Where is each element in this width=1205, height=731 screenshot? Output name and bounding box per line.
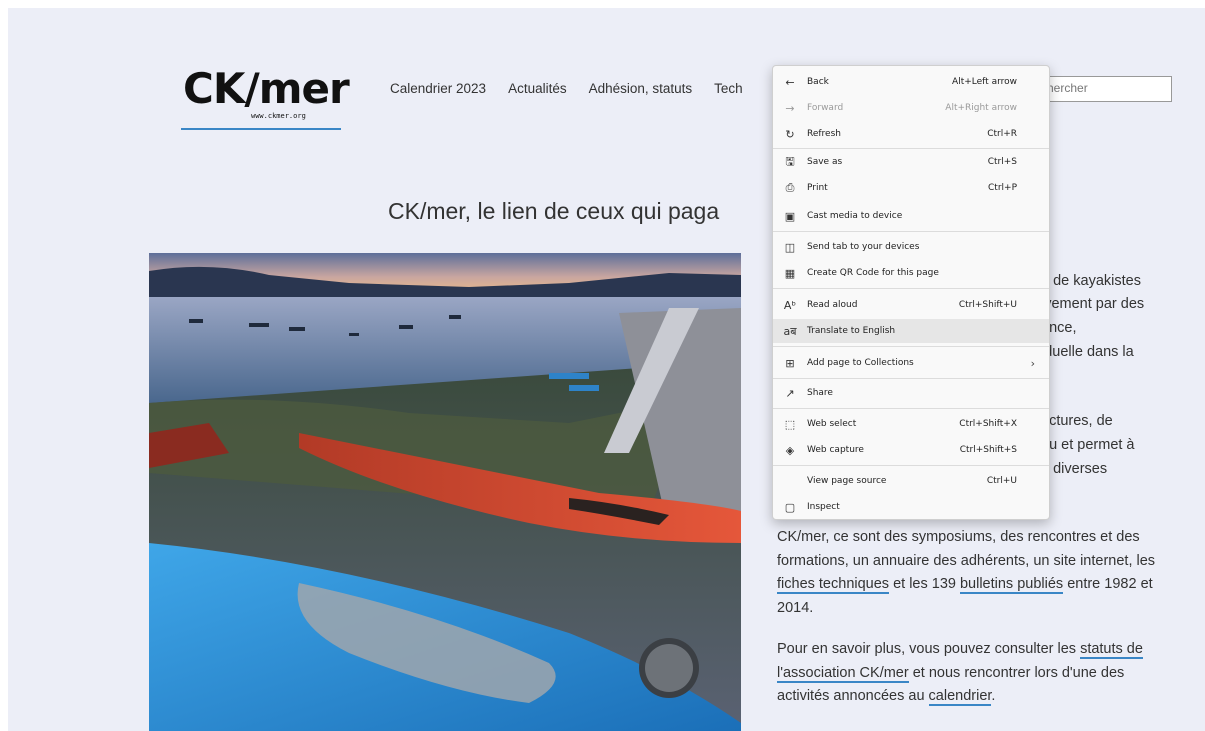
menu-item-inspect[interactable]: ▢ Inspect	[773, 495, 1049, 519]
read-aloud-icon: Aᵇ	[783, 298, 797, 312]
kayak-harbor-photo	[149, 253, 741, 731]
menu-item-translate[interactable]: aब Translate to English	[773, 319, 1049, 343]
browser-context-menu: ← Back Alt+Left arrow → Forward Alt+Righ…	[772, 65, 1050, 520]
menu-separator	[773, 408, 1049, 409]
menu-item-refresh[interactable]: ↻ Refresh Ctrl+R	[773, 122, 1049, 146]
logo-text: CK/mer	[183, 64, 350, 113]
print-icon: ⎙	[785, 181, 795, 194]
menu-item-send-tab[interactable]: ◫ Send tab to your devices	[773, 235, 1049, 259]
back-arrow-icon: ←	[785, 75, 795, 89]
menu-item-save-as[interactable]: 🖫 Save as Ctrl+S	[773, 150, 1049, 174]
menu-separator	[773, 465, 1049, 466]
fiches-techniques-link[interactable]: fiches techniques	[777, 576, 890, 594]
collections-icon: ⊞	[785, 356, 795, 370]
web-select-icon: ⬚	[784, 417, 796, 431]
intro-paragraph-2: Pour en savoir plus, vous pouvez consult…	[777, 641, 1143, 706]
nav-item-actualites[interactable]: Actualités	[508, 81, 567, 96]
translate-icon: aब	[783, 324, 797, 338]
nav-item-tech[interactable]: Tech	[714, 81, 743, 96]
menu-item-view-source[interactable]: View page source Ctrl+U	[773, 469, 1049, 493]
text-fragment: iduelle dans la	[1041, 344, 1134, 360]
qr-code-icon: ▦	[784, 266, 796, 280]
refresh-icon: ↻	[785, 127, 795, 141]
intro-paragraph-1: CK/mer, ce sont des symposiums, des renc…	[777, 529, 1156, 616]
menu-item-cast[interactable]: ▣ Cast media to device	[773, 204, 1049, 228]
menu-item-share[interactable]: ↗ Share	[773, 381, 1049, 405]
main-nav: Calendrier 2023 Actualités Adhésion, sta…	[390, 81, 765, 96]
bulletins-link[interactable]: bulletins publiés	[959, 576, 1064, 594]
menu-item-web-select[interactable]: ⬚ Web select Ctrl+Shift+X	[773, 412, 1049, 436]
menu-separator	[773, 148, 1049, 149]
web-page: CK/mer www.ckmer.org Calendrier 2023 Act…	[8, 8, 1205, 731]
menu-item-read-aloud[interactable]: Aᵇ Read aloud Ctrl+Shift+U	[773, 293, 1049, 317]
search-input[interactable]: chercher	[1034, 76, 1172, 102]
text-fragment: uctures, de	[1041, 413, 1113, 429]
site-logo[interactable]: CK/mer www.ckmer.org	[181, 46, 350, 130]
calendrier-link[interactable]: calendrier	[928, 688, 992, 706]
logo-url: www.ckmer.org	[251, 112, 306, 120]
web-capture-icon: ◈	[785, 443, 795, 457]
menu-item-print[interactable]: ⎙ Print Ctrl+P	[773, 176, 1049, 200]
text-fragment: e diverses	[1041, 461, 1108, 477]
menu-separator	[773, 288, 1049, 289]
inspect-icon: ▢	[784, 500, 796, 514]
text-fragment: e de kayakistes	[1041, 273, 1141, 289]
forward-arrow-icon: →	[785, 101, 795, 115]
page-title: CK/mer, le lien de ceux qui paga	[388, 198, 720, 224]
text-fragment: au et permet à	[1041, 437, 1135, 453]
share-icon: ↗	[785, 386, 795, 400]
cast-icon: ▣	[784, 209, 796, 223]
menu-item-add-collections[interactable]: ⊞ Add page to Collections ›	[773, 351, 1049, 375]
menu-separator	[773, 346, 1049, 347]
menu-separator	[773, 231, 1049, 232]
logo-underline	[181, 128, 341, 130]
menu-item-qr-code[interactable]: ▦ Create QR Code for this page	[773, 261, 1049, 285]
menu-item-forward[interactable]: → Forward Alt+Right arrow	[773, 96, 1049, 120]
nav-item-calendrier[interactable]: Calendrier 2023	[390, 81, 486, 96]
menu-separator	[773, 378, 1049, 379]
save-as-icon: 🖫	[785, 154, 795, 168]
menu-item-web-capture[interactable]: ◈ Web capture Ctrl+Shift+S	[773, 438, 1049, 462]
nav-item-adhesion[interactable]: Adhésion, statuts	[589, 81, 693, 96]
send-tab-icon: ◫	[784, 240, 796, 254]
menu-item-back[interactable]: ← Back Alt+Left arrow	[773, 70, 1049, 94]
text-fragment: ivement par des	[1041, 296, 1145, 312]
chevron-right-icon: ›	[1030, 356, 1035, 370]
